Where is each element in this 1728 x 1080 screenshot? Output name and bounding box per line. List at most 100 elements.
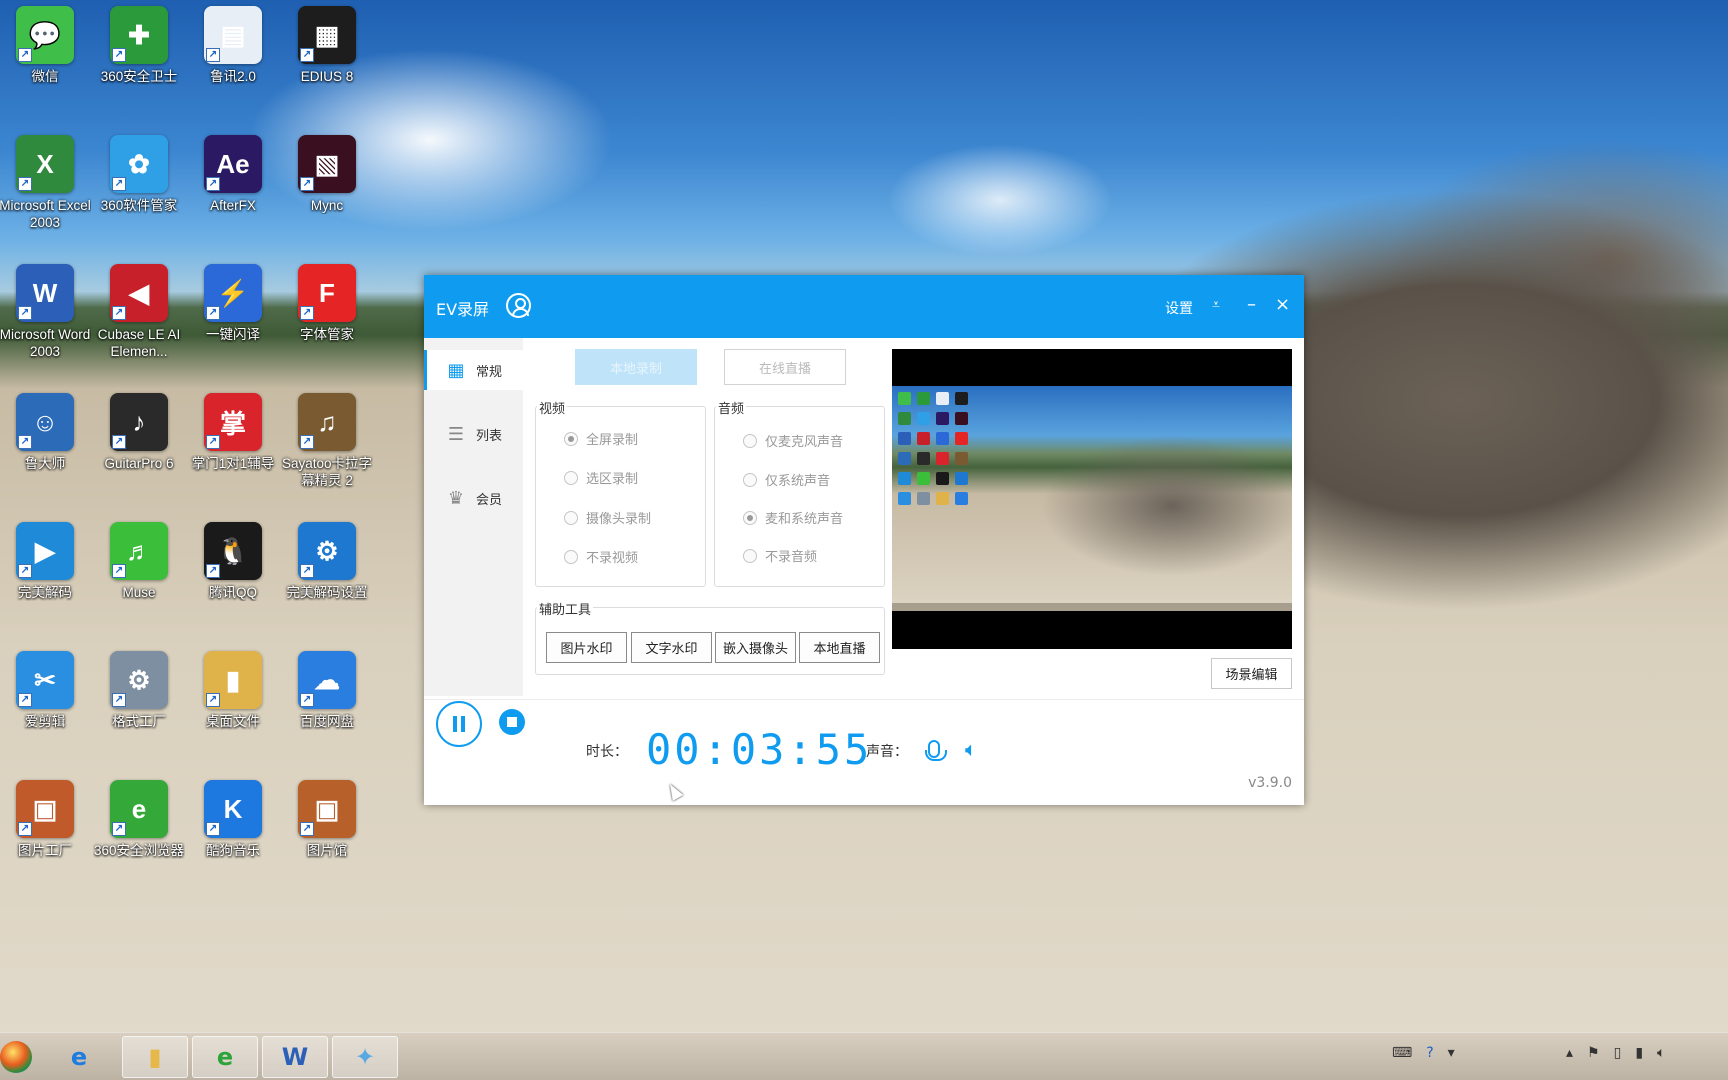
desktop-icon[interactable]: e ↗ 360安全浏览器 [94, 780, 184, 898]
desktop-icon[interactable]: ▤ ↗ 鲁讯2.0 [188, 6, 278, 124]
close-button[interactable]: × [1275, 293, 1290, 317]
preview-icon [898, 472, 911, 485]
preview-icon [898, 392, 911, 405]
desktop-icon[interactable]: ✚ ↗ 360安全卫士 [94, 6, 184, 124]
video-option-fullscreen[interactable]: 全屏录制 [564, 429, 638, 448]
desktop-icon[interactable]: ☺ ↗ 鲁大师 [0, 393, 90, 511]
text-watermark-button[interactable]: 文字水印 [631, 632, 712, 663]
sidebar-item-member[interactable]: ♛ 会员 [424, 478, 523, 518]
pause-button[interactable] [436, 701, 482, 747]
app-icon: ✂ ↗ [16, 651, 74, 709]
desktop-icon[interactable]: ▮ ↗ 桌面文件 [188, 651, 278, 769]
desktop-icon[interactable]: ▣ ↗ 图片馆 [282, 780, 372, 898]
desktop-icon-label: 360软件管家 [100, 198, 178, 213]
taskbar-item-explorer[interactable]: ▮ [122, 1036, 188, 1078]
taskbar-item-word[interactable]: W [262, 1036, 328, 1078]
app-icon: ☁ ↗ [298, 651, 356, 709]
shortcut-arrow-icon: ↗ [112, 822, 126, 836]
radio-button[interactable] [564, 510, 578, 525]
desktop-icon[interactable]: 💬 ↗ 微信 [0, 6, 90, 124]
taskbar-item-360browser[interactable]: e [192, 1036, 258, 1078]
desktop-icon[interactable]: X ↗ Microsoft Excel 2003 [0, 135, 91, 253]
desktop-icon[interactable]: ◀ ↗ Cubase LE AI Elemen... [94, 264, 184, 382]
settings-button[interactable]: 设置 [1165, 298, 1193, 318]
shortcut-arrow-icon: ↗ [206, 822, 220, 836]
local-live-button[interactable]: 本地直播 [799, 632, 880, 663]
preview-icon [936, 492, 949, 505]
desktop-icon[interactable]: ▶ ↗ 完美解码 [0, 522, 90, 640]
keyboard-icon[interactable]: ⌨ [1392, 1045, 1412, 1061]
audio-option-none[interactable]: 不录音频 [743, 546, 817, 565]
video-option-region[interactable]: 选区录制 [564, 468, 638, 487]
taskbar-item-ie[interactable]: e [46, 1036, 112, 1078]
show-hidden-icons[interactable]: ▴ [1566, 1045, 1573, 1061]
ev-recorder-icon: ✦ [354, 1043, 376, 1071]
network-icon[interactable]: ▮ [1635, 1045, 1643, 1061]
desktop-icon[interactable]: ⚙ ↗ 完美解码设置 [282, 522, 372, 640]
desktop-icon[interactable]: ☁ ↗ 百度网盘 [282, 651, 372, 769]
video-option-camera[interactable]: 摄像头录制 [564, 508, 651, 527]
online-live-button[interactable]: 在线直播 [724, 349, 846, 385]
desktop-icon[interactable]: ♬ ↗ Muse [94, 522, 184, 640]
app-icon: ▶ ↗ [16, 522, 74, 580]
video-option-none[interactable]: 不录视频 [564, 547, 638, 566]
desktop-icon[interactable]: ▦ ↗ EDIUS 8 [282, 6, 372, 124]
user-account-icon[interactable] [506, 293, 531, 318]
local-record-button[interactable]: 本地录制 [575, 349, 697, 385]
radio-button[interactable] [743, 548, 757, 563]
desktop-icon[interactable]: 掌 ↗ 掌门1对1辅导 [188, 393, 278, 511]
desktop-icon[interactable]: Ae ↗ AfterFX [188, 135, 278, 253]
radio-label: 仅系统声音 [765, 474, 831, 489]
desktop-icon[interactable]: ♫ ↗ Sayatoo卡拉字幕精灵 2 [282, 393, 372, 511]
device-icon[interactable]: ▯ [1614, 1045, 1622, 1061]
radio-button[interactable] [743, 510, 757, 525]
scene-edit-button[interactable]: 场景编辑 [1211, 658, 1292, 689]
radio-button[interactable] [743, 472, 757, 487]
desktop-icon[interactable]: ▧ ↗ Mync [282, 135, 372, 253]
embed-camera-button[interactable]: 嵌入摄像头 [715, 632, 796, 663]
audio-option-mic[interactable]: 仅麦克风声音 [743, 431, 843, 450]
image-watermark-button[interactable]: 图片水印 [546, 632, 627, 663]
preview-icon [898, 452, 911, 465]
radio-button[interactable] [743, 433, 757, 448]
app-icon: ☺ ↗ [16, 393, 74, 451]
minimize-button[interactable]: – [1247, 293, 1256, 317]
stop-button[interactable] [491, 701, 537, 747]
desktop-icon[interactable]: 🐧 ↗ 腾讯QQ [188, 522, 278, 640]
taskbar-item-ev-recorder[interactable]: ✦ [332, 1036, 398, 1078]
desktop-icon[interactable]: F ↗ 字体管家 [282, 264, 372, 382]
radio-button[interactable] [564, 549, 578, 564]
radio-button[interactable] [564, 431, 578, 446]
app-icon: 🐧 ↗ [204, 522, 262, 580]
desktop-icon[interactable]: ⚡ ↗ 一键闪译 [188, 264, 278, 382]
desktop-icon[interactable]: ⚙ ↗ 格式工厂 [94, 651, 184, 769]
speaker-icon[interactable]: 🔈︎ [965, 737, 977, 761]
start-button[interactable] [0, 1041, 32, 1073]
app-title: EV录屏 [436, 300, 490, 319]
menu-dropdown-icon[interactable]: ⩡ [1212, 293, 1220, 317]
title-bar[interactable]: EV录屏 设置 ⩡ – × [424, 275, 1304, 338]
stop-icon [499, 709, 525, 735]
sidebar-item-list[interactable]: ☰ 列表 [424, 414, 523, 454]
sidebar-item-label: 会员 [476, 492, 503, 508]
desktop-icon[interactable]: K ↗ 酷狗音乐 [188, 780, 278, 898]
desktop-icon[interactable]: ✂ ↗ 爱剪辑 [0, 651, 90, 769]
radio-label: 摄像头录制 [586, 512, 652, 527]
radio-button[interactable] [564, 470, 578, 485]
volume-icon[interactable]: 🔈︎ [1657, 1045, 1665, 1061]
action-center-flag-icon[interactable]: ⚑ [1587, 1045, 1600, 1061]
tray-expand-icon[interactable]: ▾ [1448, 1045, 1455, 1061]
microphone-icon[interactable] [925, 740, 947, 761]
desktop-icon[interactable]: ▣ ↗ 图片工厂 [0, 780, 90, 898]
audio-option-mic-and-system[interactable]: 麦和系统声音 [743, 508, 843, 527]
desktop-icon[interactable]: W ↗ Microsoft Word 2003 [0, 264, 90, 382]
sidebar-item-general[interactable]: ▦ 常规 [424, 350, 523, 390]
help-icon[interactable]: ? [1426, 1045, 1433, 1061]
audio-option-system[interactable]: 仅系统声音 [743, 470, 830, 489]
app-icon: ▦ ↗ [298, 6, 356, 64]
desktop-icon[interactable]: ♪ ↗ GuitarPro 6 [94, 393, 184, 511]
desktop-icon[interactable]: ✿ ↗ 360软件管家 [94, 135, 184, 253]
list-icon: ☰ [447, 423, 465, 445]
app-icon: ♪ ↗ [110, 393, 168, 451]
preview-taskbar [892, 603, 1292, 611]
